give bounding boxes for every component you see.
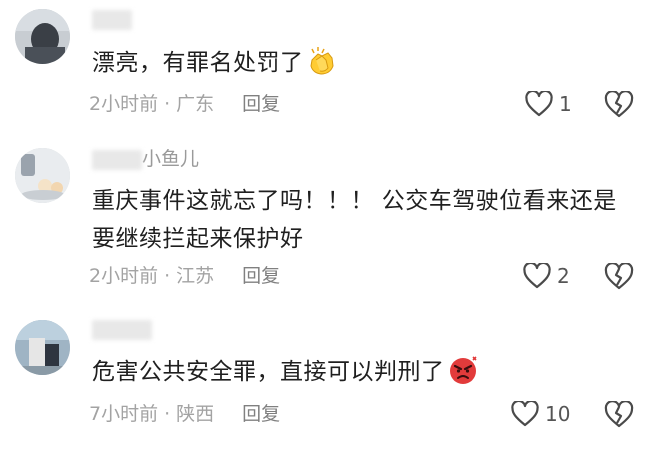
like-button[interactable]: 2	[523, 263, 570, 289]
heart-outline-icon	[525, 91, 553, 117]
like-button[interactable]: 10	[511, 401, 570, 427]
location: 广东	[176, 93, 215, 115]
separator: ·	[164, 93, 171, 115]
timestamp: 2小时前	[89, 265, 159, 287]
like-button[interactable]: 1	[525, 91, 572, 117]
comment-text: 漂亮，有罪名处罚了	[92, 44, 632, 82]
comment-text: 危害公共安全罪，直接可以判刑了	[92, 353, 632, 391]
username[interactable]: 小鱼儿	[92, 148, 199, 170]
broken-heart-icon[interactable]	[604, 401, 634, 429]
timestamp: 2小时前	[89, 93, 159, 115]
like-count: 10	[545, 402, 571, 426]
username[interactable]	[92, 318, 152, 340]
comment-meta: 2小时前 · 广东 回复	[89, 92, 280, 116]
location: 陕西	[176, 403, 215, 425]
avatar[interactable]	[15, 148, 70, 203]
heart-outline-icon	[523, 263, 551, 289]
comment-meta: 2小时前 · 江苏 回复	[89, 264, 280, 288]
avatar[interactable]	[15, 320, 70, 375]
avatar[interactable]	[15, 9, 70, 64]
reply-button[interactable]: 回复	[242, 265, 280, 287]
comment-text: 重庆事件这就忘了吗！！！ 公交车驾驶位看来还是要继续拦起来保护好	[92, 188, 617, 252]
clapping-hands-emoji	[309, 47, 334, 75]
avatar-image	[15, 9, 70, 64]
location: 江苏	[176, 265, 215, 287]
username[interactable]	[92, 8, 132, 30]
like-count: 2	[557, 264, 570, 288]
broken-heart-icon[interactable]	[604, 263, 634, 291]
avatar-image	[15, 320, 70, 375]
separator: ·	[164, 403, 171, 425]
angry-face-emoji	[449, 356, 477, 384]
reply-button[interactable]: 回复	[242, 403, 280, 425]
broken-heart-icon[interactable]	[604, 91, 634, 119]
like-count: 1	[559, 92, 572, 116]
reply-button[interactable]: 回复	[242, 93, 280, 115]
heart-outline-icon	[511, 401, 539, 427]
comment-meta: 7小时前 · 陕西 回复	[89, 402, 280, 426]
timestamp: 7小时前	[89, 403, 159, 425]
avatar-image	[15, 148, 70, 203]
separator: ·	[164, 265, 171, 287]
